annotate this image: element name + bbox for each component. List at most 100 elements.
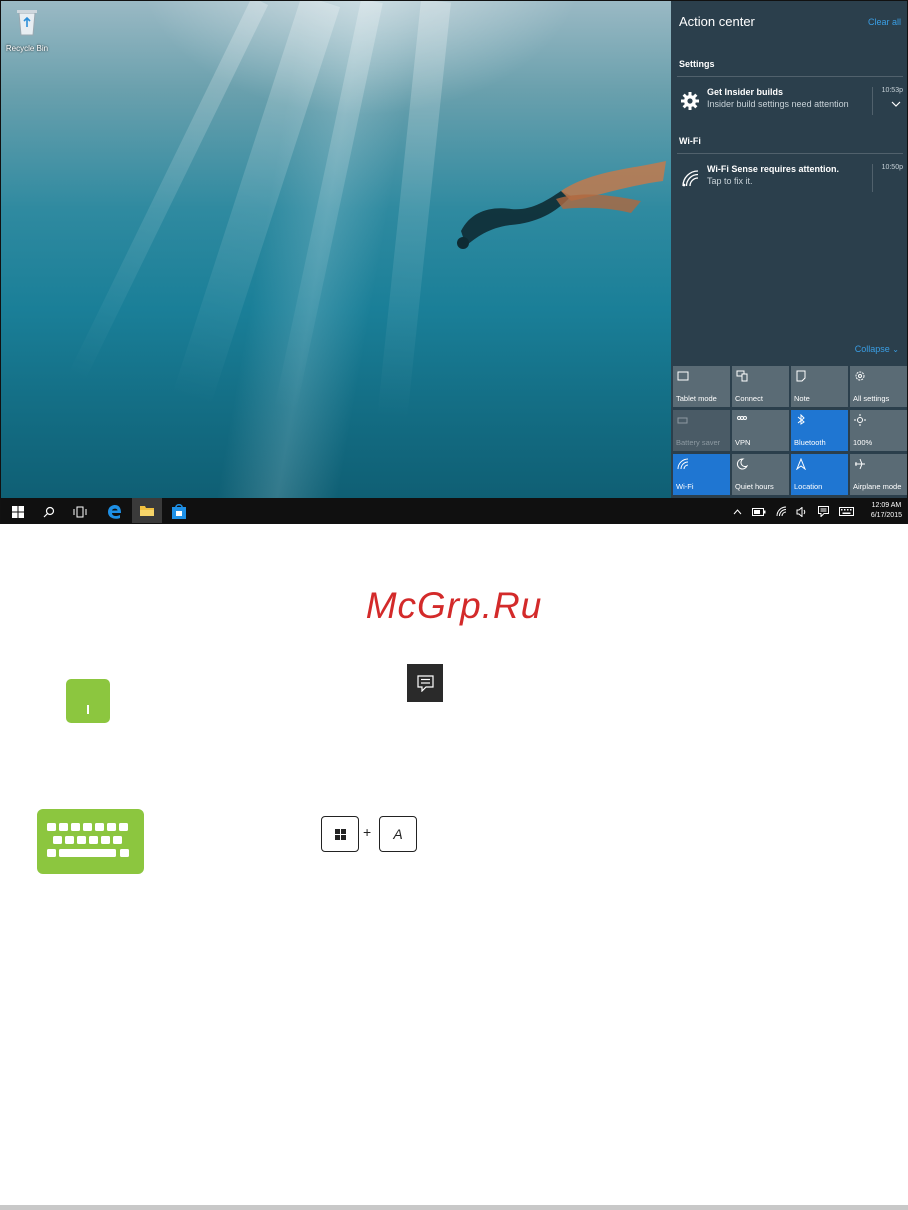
quick-action-label: Quiet hours	[735, 482, 774, 491]
start-icon	[12, 505, 24, 518]
gear-icon	[681, 92, 699, 110]
windows-logo-icon	[334, 828, 346, 840]
quick-action-label: Battery saver	[676, 438, 721, 447]
show-hidden-icons-button[interactable]	[729, 498, 745, 523]
file-explorer-button[interactable]	[132, 498, 162, 523]
collapse-label: Collapse	[854, 344, 890, 354]
notification-title: Get Insider builds	[707, 87, 784, 97]
recycle-bin-icon	[17, 10, 37, 36]
quick-action-all-settings[interactable]: All settings	[850, 366, 907, 407]
quick-action-battery-saver[interactable]: Battery saver	[673, 410, 730, 451]
bluetooth-icon	[797, 414, 805, 425]
edge-browser-button[interactable]	[100, 498, 130, 523]
tablet-mode-icon	[677, 371, 689, 381]
keyboard-key	[101, 836, 110, 844]
notification-separator	[872, 87, 873, 115]
desktop-wallpaper: Recycle Bin	[1, 1, 671, 498]
start-button[interactable]	[3, 498, 33, 523]
notification-time: 10:50p	[881, 164, 903, 171]
quick-action-airplane-mode[interactable]: Airplane mode	[850, 454, 907, 495]
quick-action-label: VPN	[735, 438, 751, 447]
battery-icon	[677, 417, 688, 424]
connect-icon	[736, 370, 748, 382]
quick-actions-grid: Tablet mode Connect Note All settings Ba…	[673, 366, 907, 495]
touch-keyboard-tray-button[interactable]	[836, 498, 856, 523]
keyboard-key	[107, 823, 116, 831]
keyboard-key	[47, 849, 56, 857]
touchpad-gesture-icon	[66, 679, 110, 723]
section-divider	[677, 76, 903, 77]
section-heading-wifi: Wi-Fi	[679, 136, 701, 146]
wifi-icon	[682, 170, 699, 187]
keyboard-key	[59, 823, 68, 831]
notification-wifi-sense[interactable]: Wi-Fi Sense requires attention. Tap to f…	[677, 164, 903, 200]
keyboard-key	[47, 823, 56, 831]
quick-action-note[interactable]: Note	[791, 366, 848, 407]
task-view-button[interactable]	[65, 498, 95, 523]
recycle-bin-label: Recycle Bin	[5, 44, 49, 53]
keyboard-key	[65, 836, 74, 844]
quick-action-bluetooth[interactable]: Bluetooth	[791, 410, 848, 451]
quick-action-connect[interactable]: Connect	[732, 366, 789, 407]
collapse-link[interactable]: Collapse ⌄	[855, 344, 899, 354]
quick-action-label: All settings	[853, 394, 890, 403]
section-divider	[677, 153, 903, 154]
chevron-down-icon: ⌄	[892, 345, 899, 354]
quick-action-brightness[interactable]: 100%	[850, 410, 907, 451]
clear-all-link[interactable]: Clear all	[868, 17, 901, 27]
edge-icon	[108, 504, 121, 519]
keyboard-key	[53, 836, 62, 844]
taskbar: 12:09 AM 6/17/2015	[1, 498, 907, 523]
note-icon	[796, 370, 806, 382]
page-bottom-rule	[0, 1205, 908, 1210]
quick-action-vpn[interactable]: VPN	[732, 410, 789, 451]
notification-separator	[872, 164, 873, 192]
quick-action-quiet-hours[interactable]: Quiet hours	[732, 454, 789, 495]
taskbar-clock[interactable]: 12:09 AM 6/17/2015	[871, 501, 902, 521]
search-icon	[43, 506, 55, 517]
action-center-notification-icon	[407, 664, 443, 702]
store-button[interactable]	[164, 498, 194, 523]
keyboard-key	[113, 836, 122, 844]
store-icon	[172, 503, 186, 519]
notification-icon	[817, 506, 829, 517]
wifi-icon	[776, 506, 786, 517]
quick-action-wifi[interactable]: Wi-Fi	[673, 454, 730, 495]
search-button[interactable]	[34, 498, 64, 523]
notification-body: Insider build settings need attention	[707, 99, 849, 109]
quick-action-label: Wi-Fi	[676, 482, 694, 491]
quick-action-tablet-mode[interactable]: Tablet mode	[673, 366, 730, 407]
action-center-tray-button[interactable]	[813, 498, 833, 523]
action-center-panel: Action center Clear all Settings Get Ins…	[671, 1, 907, 498]
section-heading-settings: Settings	[679, 59, 715, 69]
brightness-icon	[854, 414, 866, 426]
location-icon	[796, 458, 806, 470]
wifi-icon	[677, 458, 689, 470]
speaker-icon	[796, 506, 806, 517]
quick-action-label: Location	[794, 482, 823, 491]
quick-action-location[interactable]: Location	[791, 454, 848, 495]
keyboard-key	[120, 849, 129, 857]
keyboard-icon	[838, 507, 854, 516]
battery-tray-button[interactable]	[750, 498, 768, 523]
quick-action-label: Tablet mode	[676, 394, 717, 403]
notification-insider-builds[interactable]: Get Insider builds Insider build setting…	[677, 87, 903, 123]
quick-action-label: Note	[794, 394, 810, 403]
keyboard-key	[119, 823, 128, 831]
clock-time: 12:09 AM	[871, 502, 902, 509]
file-explorer-icon	[140, 506, 154, 516]
a-key-label: A	[393, 826, 403, 842]
volume-tray-button[interactable]	[793, 498, 811, 523]
quick-action-label: Airplane mode	[853, 482, 902, 491]
quick-action-label: 100%	[853, 438, 873, 447]
keyboard-key	[77, 836, 86, 844]
airplane-icon	[855, 458, 865, 470]
settings-icon	[855, 371, 865, 381]
recycle-bin[interactable]: Recycle Bin	[5, 7, 49, 53]
chevron-down-icon[interactable]	[891, 100, 901, 108]
quick-action-label: Connect	[735, 394, 763, 403]
moon-icon	[736, 458, 748, 470]
wifi-tray-button[interactable]	[772, 498, 790, 523]
windows-key	[321, 816, 359, 852]
notification-title: Wi-Fi Sense requires attention.	[707, 164, 839, 174]
